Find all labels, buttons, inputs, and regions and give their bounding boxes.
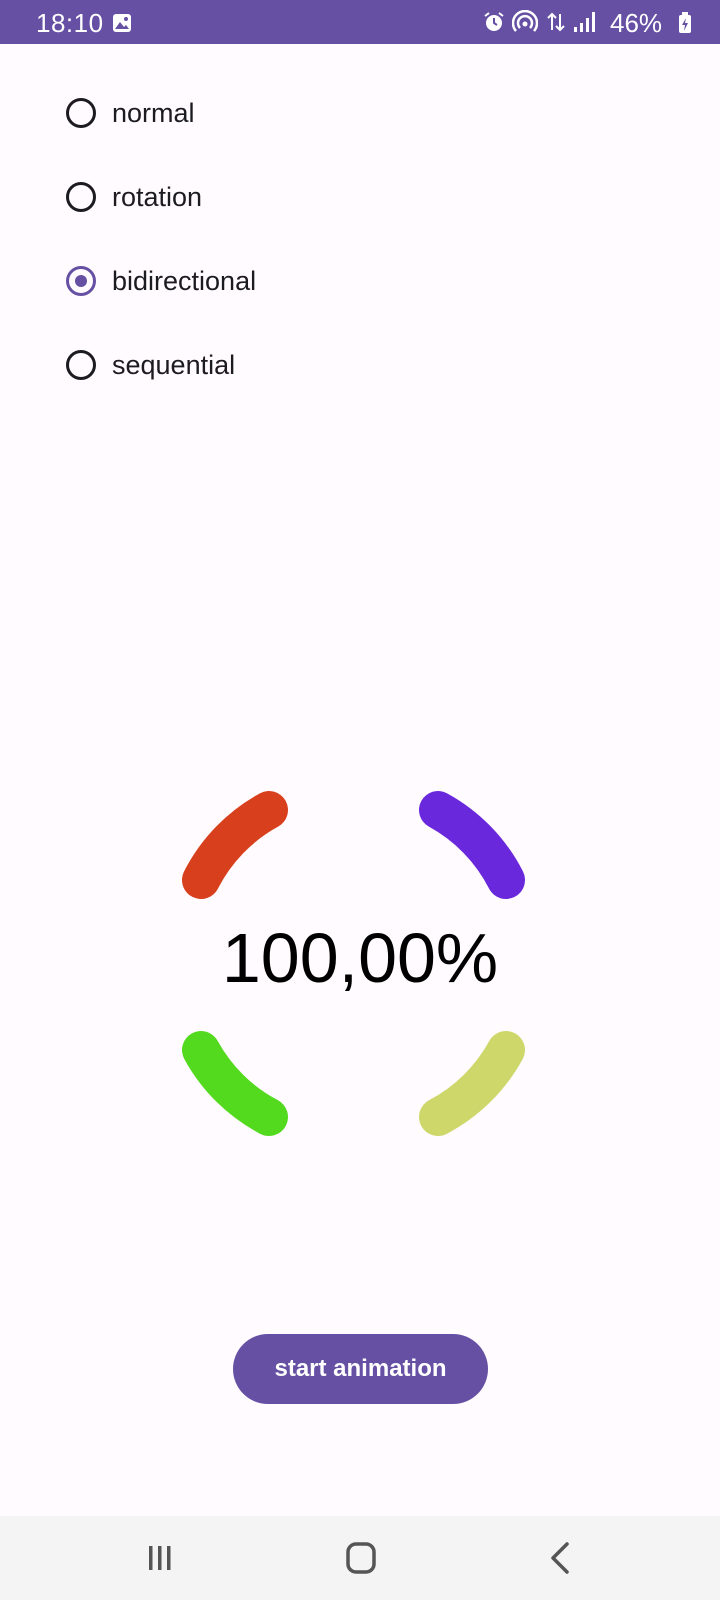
radio-button[interactable] (66, 350, 96, 380)
back-icon[interactable] (540, 1538, 584, 1578)
radio-button[interactable] (66, 98, 96, 128)
radio-button-selected[interactable] (66, 266, 96, 296)
battery-icon (679, 12, 691, 33)
start-animation-button[interactable]: start animation (233, 1334, 488, 1404)
progress-arc-bottom-left (182, 1031, 288, 1136)
alarm-icon (484, 12, 504, 31)
status-bar: 18:10 46% (0, 0, 720, 44)
progress-arc-bottom-right (419, 1031, 525, 1136)
home-icon[interactable] (339, 1538, 383, 1578)
battery-percent: 46% (610, 8, 663, 38)
status-time: 18:10 (36, 8, 104, 38)
radio-label: normal (112, 98, 195, 128)
radio-label: sequential (112, 350, 236, 380)
gallery-icon (113, 14, 131, 32)
hotspot-icon (512, 10, 538, 32)
radio-button[interactable] (66, 182, 96, 212)
radio-label: rotation (112, 182, 203, 212)
navigation-bar (0, 1516, 720, 1600)
radio-label: bidirectional (112, 266, 257, 296)
radio-option-normal[interactable]: normal (66, 96, 386, 136)
recent-apps-icon[interactable] (138, 1538, 182, 1578)
radio-option-bidirectional[interactable]: bidirectional (66, 264, 386, 304)
progress-arc-top-left (182, 791, 288, 899)
data-icon (547, 12, 565, 32)
status-icons: 46% (460, 0, 720, 44)
progress-arc-top-right (419, 791, 525, 899)
progress-percent-text: 100,00% (221, 919, 499, 997)
radio-option-sequential[interactable]: sequential (66, 348, 386, 388)
signal-icon (574, 12, 595, 32)
circular-progress-indicator: 100,00% (180, 788, 540, 1148)
radio-selected-dot (75, 275, 87, 287)
radio-option-rotation[interactable]: rotation (66, 180, 386, 220)
